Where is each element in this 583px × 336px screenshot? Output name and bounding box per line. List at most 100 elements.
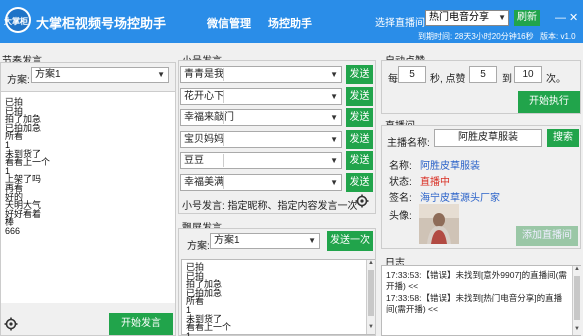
alt-account-hint: 小号发言: 指定昵称、指定内容发言一次 <box>182 201 358 212</box>
host-name-value: 阿胜皮草服装 <box>458 132 518 143</box>
chevron-down-icon: ▼ <box>308 236 316 245</box>
alt-account-select[interactable]: 花开心下 ▼ <box>180 87 342 105</box>
gear-icon[interactable] <box>4 317 18 331</box>
times-label: 次。 <box>546 74 566 85</box>
alt-account-send-button[interactable]: 发送 <box>346 65 373 84</box>
chevron-down-icon: ▼ <box>330 177 338 187</box>
scroll-thumb[interactable] <box>368 270 374 316</box>
alt-account-name: 幸福美满 <box>184 176 224 188</box>
chevron-down-icon: ▼ <box>498 13 506 22</box>
chevron-down-icon: ▼ <box>330 156 338 165</box>
app-title: 大掌柜视频号场控助手 <box>36 16 167 31</box>
gear-icon[interactable] <box>355 194 369 208</box>
float-lines: 已拍已拍拍了加急已拍加急所看1未到货了看看上一个1上架了吗 <box>186 263 231 336</box>
account-field-divider <box>223 132 224 146</box>
alt-account-name: 花开心下 <box>184 90 224 102</box>
float-scheme-value: 方案1 <box>214 235 240 246</box>
account-field-divider <box>223 111 224 124</box>
account-field-divider <box>223 89 224 103</box>
nav-control-assistant[interactable]: 场控助手 <box>268 15 312 31</box>
account-field-divider <box>223 154 224 167</box>
alt-account-select[interactable]: 豆豆 ▼ <box>180 152 342 169</box>
rhythm-text-area[interactable]: 已拍 已拍 拍了加急 已拍加急 所看 1 未到货了 看看上一个 1 上架了吗 再看 好的 天明大气 好好看… <box>1 91 175 303</box>
room-sign-value: 海宁皮草源头厂家 <box>420 193 500 204</box>
host-name-label: 主播名称: <box>387 138 430 149</box>
scroll-up-icon[interactable]: ▲ <box>367 260 375 268</box>
log-list: 17:33:53:【错误】未找到[意外9907]的直播间(需开播) << 17:3… <box>386 270 568 316</box>
rhythm-lines: 已拍 已拍 拍了加急 已拍加急 所看 1 未到货了 看看上一个 1 上架了吗 再看 好的 天明大气 好好看… <box>5 98 50 236</box>
start-execute-button[interactable]: 开始执行 <box>518 91 580 113</box>
auto-like-panel: 每 5 秒, 点赞 5 到 10 次。 开始执行 <box>381 60 581 114</box>
alt-account-name: 青青是我 <box>184 69 224 80</box>
like-from-input[interactable]: 5 <box>469 66 497 83</box>
alt-account-name: 宝贝妈妈 <box>184 133 224 145</box>
room-name-label: 名称: <box>389 161 412 172</box>
seconds-like-label: 秒, 点赞 <box>430 74 466 85</box>
avatar-label: 头像: <box>389 211 412 222</box>
send-once-button[interactable]: 发送一次 <box>327 231 373 251</box>
room-sign-label: 签名: <box>389 193 412 204</box>
rhythm-scheme-select[interactable]: 方案1 ▼ <box>31 67 169 83</box>
log-entry: 17:33:58:【错误】未找到[热门电音分享]的直播间(需开播) << <box>386 293 563 314</box>
every-seconds-input[interactable]: 5 <box>398 66 426 83</box>
rhythm-line: 666 <box>5 225 21 236</box>
room-select-value: 热门电音分享 <box>429 12 489 23</box>
host-name-input[interactable]: 阿胜皮草服装 <box>434 129 542 147</box>
room-select-label: 选择直播间: <box>375 18 428 29</box>
float-scrollbar[interactable]: ▲ ▼ <box>366 260 375 334</box>
chevron-down-icon: ▼ <box>330 70 338 79</box>
room-status-value: 直播中 <box>420 177 450 188</box>
like-to-input[interactable]: 10 <box>514 66 542 83</box>
float-scheme-label: 方案: <box>187 241 210 252</box>
chevron-down-icon: ▼ <box>330 134 338 144</box>
log-panel: 17:33:53:【错误】未找到[意外9907]的直播间(需开播) << 17:3… <box>381 265 581 336</box>
to-label: 到 <box>502 74 512 85</box>
rhythm-scheme-value: 方案1 <box>35 69 61 80</box>
float-line: 所看 <box>186 296 205 307</box>
avatar <box>419 204 459 244</box>
expire-text: 到期时间: 28天3小时20分钟16秒 <box>418 32 534 41</box>
chevron-down-icon: ▼ <box>330 113 338 122</box>
start-speak-button[interactable]: 开始发言 <box>109 313 173 335</box>
rhythm-line: 看看上一个 <box>5 157 51 168</box>
float-scheme-select[interactable]: 方案1 ▼ <box>210 233 320 249</box>
alt-account-send-button[interactable]: 发送 <box>346 86 373 106</box>
alt-account-send-button[interactable]: 发送 <box>346 172 373 192</box>
alt-account-select[interactable]: 宝贝妈妈 ▼ <box>180 130 342 148</box>
log-scrollbar[interactable]: ▲ ▼ <box>572 266 581 335</box>
alt-account-name: 豆豆 <box>184 155 204 166</box>
room-select[interactable]: 热门电音分享 ▼ <box>425 10 509 26</box>
search-button[interactable]: 搜索 <box>547 129 579 147</box>
scroll-down-icon[interactable]: ▼ <box>367 324 375 332</box>
like-to-value: 10 <box>522 69 534 80</box>
rhythm-scheme-label: 方案: <box>7 75 30 86</box>
alt-account-name: 幸福来敲门 <box>184 112 234 123</box>
alt-account-select[interactable]: 幸福来敲门 ▼ <box>180 109 342 126</box>
float-line: 1 <box>186 330 192 336</box>
room-status-label: 状态: <box>389 177 412 188</box>
account-field-divider <box>223 68 224 81</box>
alt-account-send-button[interactable]: 发送 <box>346 108 373 127</box>
refresh-button[interactable]: 刷新 <box>514 10 540 26</box>
version-text: 版本: v1.0 <box>540 32 576 41</box>
alt-account-send-button[interactable]: 发送 <box>346 129 373 149</box>
room-name-value: 阿胜皮草服装 <box>420 161 480 172</box>
scroll-down-icon[interactable]: ▼ <box>573 326 581 334</box>
rhythm-line: 所看 <box>5 131 24 142</box>
alt-account-select[interactable]: 幸福美满 ▼ <box>180 173 342 191</box>
nav-wechat-manage[interactable]: 微信管理 <box>207 15 251 31</box>
rhythm-panel: 方案: 方案1 ▼ 已拍 已拍 拍了加急 已拍加急 所看 1 未到货了 看看上一个 1 上架了吗再… <box>0 62 176 336</box>
alt-account-send-button[interactable]: 发送 <box>346 151 373 170</box>
like-from-value: 5 <box>480 69 486 80</box>
add-room-button: 添加直播间 <box>516 226 578 246</box>
chevron-down-icon: ▼ <box>330 91 338 101</box>
window-controls[interactable]: — ✕ <box>555 11 578 24</box>
every-label: 每 <box>388 74 398 85</box>
scroll-up-icon[interactable]: ▲ <box>573 266 581 274</box>
float-text-area[interactable]: 已拍已拍拍了加急已拍加急所看1未到货了看看上一个1上架了吗 ▲ ▼ <box>181 259 375 336</box>
log-entry: 17:33:53:【错误】未找到[意外9907]的直播间(需开播) << <box>386 270 567 291</box>
scroll-thumb[interactable] <box>574 276 580 320</box>
alt-account-select[interactable]: 青青是我 ▼ <box>180 66 342 83</box>
app-header: 大掌柜 大掌柜视频号场控助手 微信管理 场控助手 选择直播间: 热门电音分享 ▼… <box>0 0 583 43</box>
live-room-panel: 主播名称: 阿胜皮草服装 搜索 名称: 阿胜皮草服装 状态: 直播中 签名: 海… <box>381 125 581 249</box>
